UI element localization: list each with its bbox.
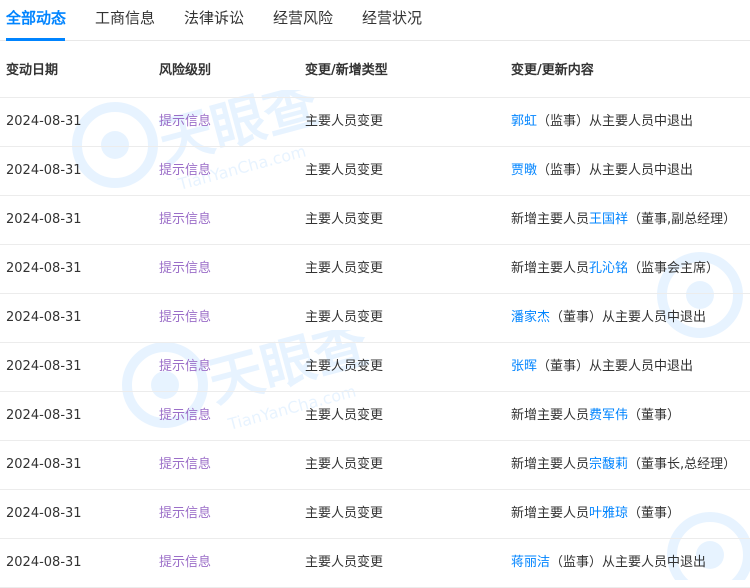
risk-level-badge: 提示信息 [159,359,212,374]
table-row: 2024-08-31 提示信息 主要人员变更 蒋丽洁（监事）从主要人员中退出 [0,539,750,588]
person-link[interactable]: 宗馥莉 [589,457,628,472]
table-row: 2024-08-31 提示信息 主要人员变更 贾暾（监事）从主要人员中退出 [0,147,750,196]
content-suffix: （董事） [628,506,681,521]
tab-bar: 全部动态 工商信息 法律诉讼 经营风险 经营状况 [0,0,750,41]
content-suffix: （董事长,总经理） [628,457,737,472]
change-log-table: 变动日期 风险级别 变更/新增类型 变更/更新内容 2024-08-31 提示信息… [0,42,750,588]
content-suffix: （董事）从主要人员中退出 [537,359,694,374]
content-suffix: （董事）从主要人员中退出 [550,310,707,325]
content-prefix: 新增主要人员 [511,212,590,227]
content-suffix: （董事） [628,408,681,423]
change-content: 新增主要人员王国祥（董事,副总经理） [511,196,736,244]
table-row: 2024-08-31 提示信息 主要人员变更 郭虹（监事）从主要人员中退出 [0,98,750,147]
person-link[interactable]: 潘家杰 [511,310,550,325]
content-suffix: （监事）从主要人员中退出 [537,163,694,178]
table-row: 2024-08-31 提示信息 主要人员变更 张晖（董事）从主要人员中退出 [0,343,750,392]
change-date: 2024-08-31 [6,114,82,129]
table-row: 2024-08-31 提示信息 主要人员变更 新增主要人员孔沁铭（监事会主席） [0,245,750,294]
change-content: 新增主要人员孔沁铭（监事会主席） [511,245,719,293]
header-risk-level: 风险级别 [159,63,212,78]
table-row: 2024-08-31 提示信息 主要人员变更 潘家杰（董事）从主要人员中退出 [0,294,750,343]
content-suffix: （监事）从主要人员中退出 [550,555,707,570]
risk-level-badge: 提示信息 [159,212,212,227]
change-content: 潘家杰（董事）从主要人员中退出 [511,294,706,342]
table-row: 2024-08-31 提示信息 主要人员变更 新增主要人员叶雅琼（董事） [0,490,750,539]
change-date: 2024-08-31 [6,163,82,178]
tab-legal-litigation[interactable]: 法律诉讼 [184,8,244,28]
risk-level-badge: 提示信息 [159,457,212,472]
person-link[interactable]: 费军伟 [589,408,628,423]
person-link[interactable]: 郭虹 [511,114,537,129]
content-prefix: 新增主要人员 [511,261,590,276]
change-content: 贾暾（监事）从主要人员中退出 [511,147,693,195]
header-change-date: 变动日期 [6,63,59,78]
change-date: 2024-08-31 [6,457,82,472]
risk-level-badge: 提示信息 [159,408,212,423]
table-body: 2024-08-31 提示信息 主要人员变更 郭虹（监事）从主要人员中退出 2024-0… [0,98,750,588]
change-type: 主要人员变更 [305,359,384,374]
person-link[interactable]: 孔沁铭 [589,261,628,276]
change-type: 主要人员变更 [305,163,384,178]
table-row: 2024-08-31 提示信息 主要人员变更 新增主要人员王国祥（董事,副总经理） [0,196,750,245]
change-content: 新增主要人员宗馥莉（董事长,总经理） [511,441,736,489]
risk-level-badge: 提示信息 [159,506,212,521]
risk-level-badge: 提示信息 [159,114,212,129]
change-type: 主要人员变更 [305,457,384,472]
person-link[interactable]: 蒋丽洁 [511,555,550,570]
change-type: 主要人员变更 [305,310,384,325]
tab-business-info[interactable]: 工商信息 [95,8,155,28]
change-type: 主要人员变更 [305,212,384,227]
tab-business-risk[interactable]: 经营风险 [273,8,333,28]
person-link[interactable]: 叶雅琼 [589,506,628,521]
change-content: 张晖（董事）从主要人员中退出 [511,343,693,391]
change-date: 2024-08-31 [6,408,82,423]
content-suffix: （监事会主席） [628,261,720,276]
table-header: 变动日期 风险级别 变更/新增类型 变更/更新内容 [0,42,750,98]
change-date: 2024-08-31 [6,212,82,227]
active-tab-indicator [6,38,65,41]
change-content: 新增主要人员费军伟（董事） [511,392,680,440]
change-type: 主要人员变更 [305,506,384,521]
header-change-content: 变更/更新内容 [511,63,594,78]
content-suffix: （董事,副总经理） [628,212,737,227]
header-change-type: 变更/新增类型 [305,63,388,78]
content-prefix: 新增主要人员 [511,457,590,472]
risk-level-badge: 提示信息 [159,261,212,276]
table-row: 2024-08-31 提示信息 主要人员变更 新增主要人员费军伟（董事） [0,392,750,441]
person-link[interactable]: 贾暾 [511,163,537,178]
risk-level-badge: 提示信息 [159,310,212,325]
change-type: 主要人员变更 [305,408,384,423]
content-prefix: 新增主要人员 [511,506,590,521]
change-date: 2024-08-31 [6,359,82,374]
tab-all-updates[interactable]: 全部动态 [6,8,66,28]
change-content: 新增主要人员叶雅琼（董事） [511,490,680,538]
risk-level-badge: 提示信息 [159,163,212,178]
content-suffix: （监事）从主要人员中退出 [537,114,694,129]
content-prefix: 新增主要人员 [511,408,590,423]
person-link[interactable]: 王国祥 [589,212,628,227]
change-type: 主要人员变更 [305,114,384,129]
table-row: 2024-08-31 提示信息 主要人员变更 新增主要人员宗馥莉（董事长,总经理） [0,441,750,490]
change-date: 2024-08-31 [6,261,82,276]
change-date: 2024-08-31 [6,310,82,325]
tab-business-status[interactable]: 经营状况 [362,8,422,28]
person-link[interactable]: 张晖 [511,359,537,374]
change-type: 主要人员变更 [305,261,384,276]
change-content: 郭虹（监事）从主要人员中退出 [511,98,693,146]
change-date: 2024-08-31 [6,506,82,521]
